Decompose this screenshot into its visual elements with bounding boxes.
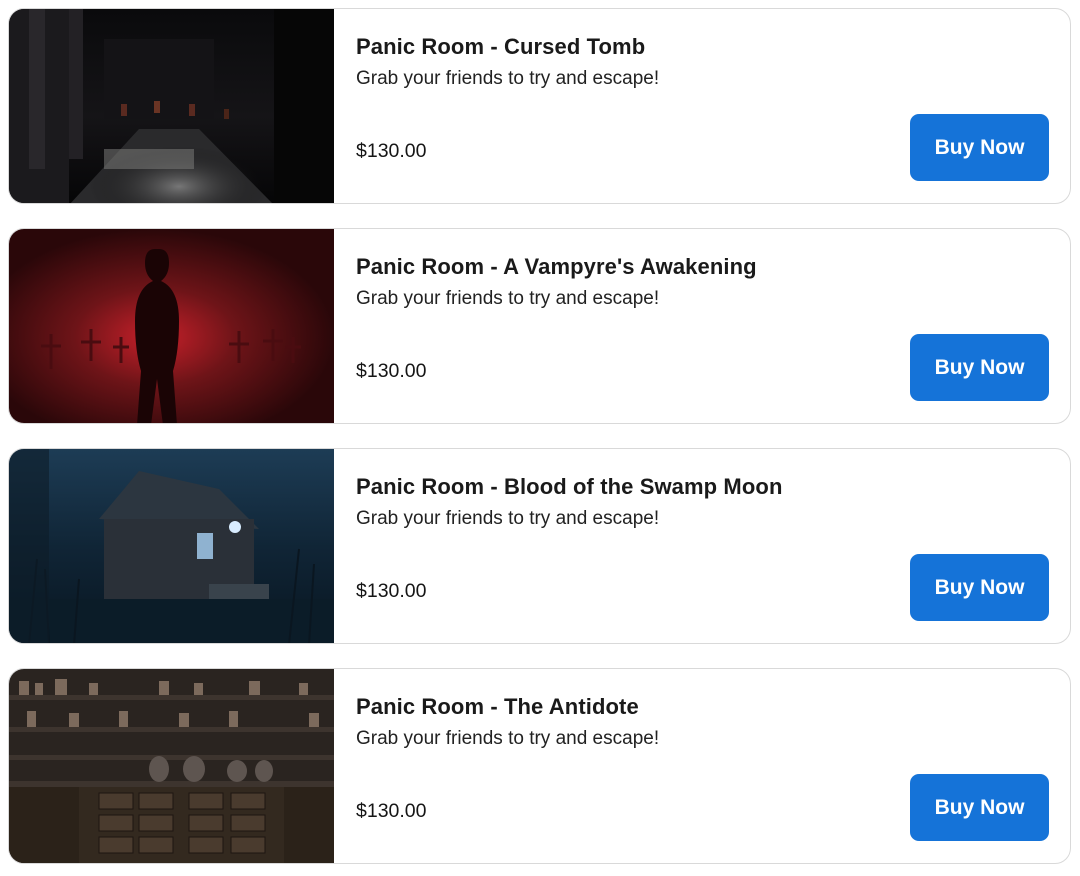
product-title: Panic Room - Blood of the Swamp Moon xyxy=(356,474,783,499)
product-title: Panic Room - A Vampyre's Awakening xyxy=(356,254,757,279)
product-list: Panic Room - Cursed Tomb Grab your frien… xyxy=(0,0,1080,876)
vampyre-awakening-image[interactable] xyxy=(9,229,334,423)
buy-now-button[interactable]: Buy Now xyxy=(910,554,1049,621)
product-price: $130.00 xyxy=(356,140,427,162)
product-card: Panic Room - Cursed Tomb Grab your frien… xyxy=(8,8,1071,204)
product-description: Grab your friends to try and escape! xyxy=(356,68,660,89)
product-card: Panic Room - The Antidote Grab your frie… xyxy=(8,668,1071,864)
cursed-tomb-image[interactable] xyxy=(9,9,334,203)
product-title: Panic Room - Cursed Tomb xyxy=(356,34,646,59)
product-description: Grab your friends to try and escape! xyxy=(356,728,660,749)
product-card: Panic Room - A Vampyre's Awakening Grab … xyxy=(8,228,1071,424)
product-card: Panic Room - Blood of the Swamp Moon Gra… xyxy=(8,448,1071,644)
product-title: Panic Room - The Antidote xyxy=(356,694,639,719)
buy-now-button[interactable]: Buy Now xyxy=(910,114,1049,181)
buy-now-button[interactable]: Buy Now xyxy=(910,334,1049,401)
the-antidote-image[interactable] xyxy=(9,669,334,863)
product-description: Grab your friends to try and escape! xyxy=(356,508,660,529)
product-description: Grab your friends to try and escape! xyxy=(356,288,660,309)
product-price: $130.00 xyxy=(356,360,427,382)
swamp-moon-image[interactable] xyxy=(9,449,334,643)
buy-now-button[interactable]: Buy Now xyxy=(910,774,1049,841)
product-price: $130.00 xyxy=(356,800,427,822)
product-price: $130.00 xyxy=(356,580,427,602)
